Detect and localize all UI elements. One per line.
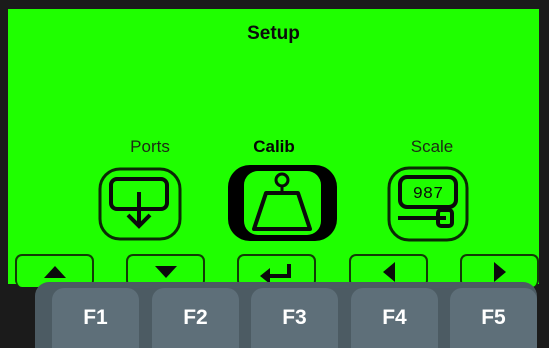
f3-key[interactable]: F3 — [251, 288, 338, 348]
f5-key[interactable]: F5 — [450, 288, 537, 348]
scale-button[interactable]: 987 — [386, 165, 470, 248]
calib-label: Calib — [253, 137, 295, 156]
scale-display-icon: 987 — [387, 166, 469, 242]
calib-button[interactable] — [226, 163, 339, 248]
scale-icon-readout: 987 — [413, 185, 444, 204]
ports-button[interactable] — [97, 166, 183, 247]
f1-key[interactable]: F1 — [52, 288, 139, 348]
down-arrow-icon — [154, 265, 177, 278]
ports-icon — [98, 167, 182, 241]
lcd-screen: Setup Ports Calib Scale 987 — [8, 9, 539, 287]
left-arrow-icon — [382, 261, 395, 282]
enter-icon — [259, 263, 291, 282]
ports-label: Ports — [130, 137, 170, 156]
calibration-weight-icon — [228, 165, 337, 241]
right-arrow-icon — [493, 261, 506, 282]
f2-key[interactable]: F2 — [152, 288, 239, 348]
up-arrow-icon — [43, 265, 66, 278]
f4-key[interactable]: F4 — [351, 288, 438, 348]
screen-title: Setup — [247, 23, 300, 44]
scale-label: Scale — [410, 137, 454, 156]
